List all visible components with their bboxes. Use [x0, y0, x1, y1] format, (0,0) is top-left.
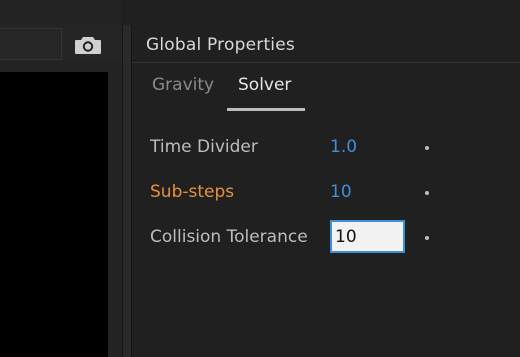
snapshot-button[interactable] — [72, 31, 104, 59]
viewer-canvas[interactable] — [0, 72, 108, 357]
tab-solver[interactable]: Solver — [238, 75, 291, 95]
sub-steps-label: Sub-steps — [150, 182, 235, 202]
time-divider-value[interactable]: 1.0 — [330, 137, 357, 157]
tab-gravity[interactable]: Gravity — [152, 75, 214, 95]
title-divider — [132, 62, 520, 63]
active-tab-indicator — [227, 108, 305, 111]
sub-steps-value[interactable]: 10 — [330, 182, 352, 202]
time-divider-label: Time Divider — [150, 137, 258, 157]
pane-splitter[interactable] — [122, 25, 132, 357]
collision-tolerance-input[interactable] — [330, 220, 405, 253]
camera-icon — [75, 37, 101, 54]
collision-tolerance-keyframe-dot[interactable] — [425, 236, 429, 240]
time-divider-keyframe-dot[interactable] — [425, 146, 429, 150]
collision-tolerance-label: Collision Tolerance — [150, 227, 308, 247]
viewer-field[interactable] — [0, 28, 62, 60]
app-window: Global Properties Gravity Solver Time Di… — [0, 0, 520, 357]
panel-title: Global Properties — [146, 35, 295, 55]
sub-steps-keyframe-dot[interactable] — [425, 191, 429, 195]
global-properties-panel: Global Properties Gravity Solver Time Di… — [132, 25, 520, 357]
viewer-pane — [0, 0, 122, 357]
